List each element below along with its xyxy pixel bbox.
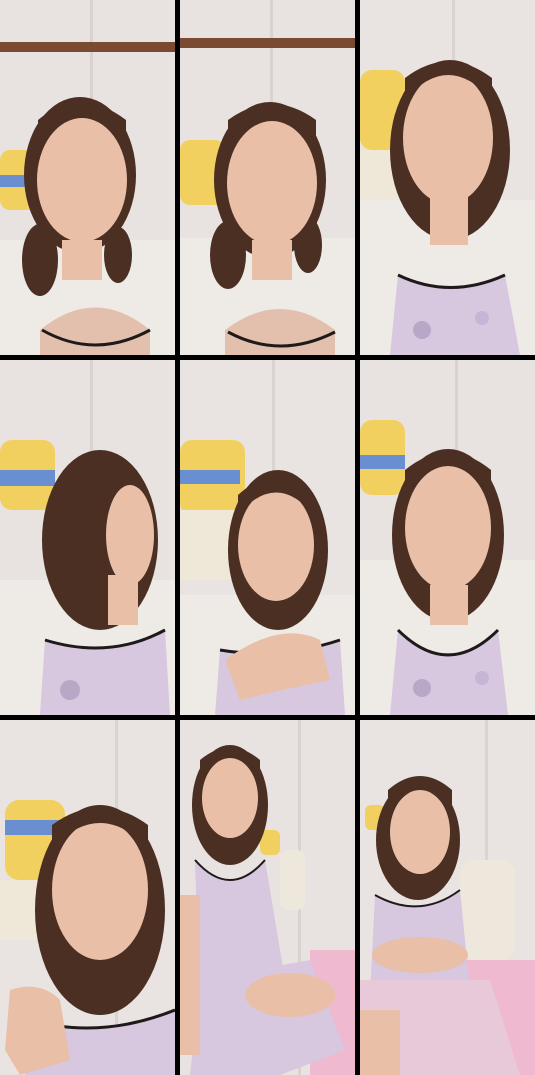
photo-tile-3 <box>360 0 535 355</box>
photo-tile-9 <box>360 720 535 1075</box>
photo-3-image <box>360 0 535 355</box>
photo-tile-4 <box>0 360 175 715</box>
photo-tile-1 <box>0 0 175 355</box>
photo-tile-5 <box>180 360 355 715</box>
photo-tile-6 <box>360 360 535 715</box>
photo-4-image <box>0 360 175 715</box>
photo-tile-7 <box>0 720 175 1075</box>
photo-5-image <box>180 360 355 715</box>
photo-6-image <box>360 360 535 715</box>
photo-collage <box>0 0 535 1075</box>
photo-7-image <box>0 720 175 1075</box>
photo-tile-2 <box>180 0 355 355</box>
photo-1-image <box>0 0 175 355</box>
photo-8-image <box>180 720 355 1075</box>
photo-9-image <box>360 720 535 1075</box>
photo-2-image <box>180 0 355 355</box>
photo-tile-8 <box>180 720 355 1075</box>
